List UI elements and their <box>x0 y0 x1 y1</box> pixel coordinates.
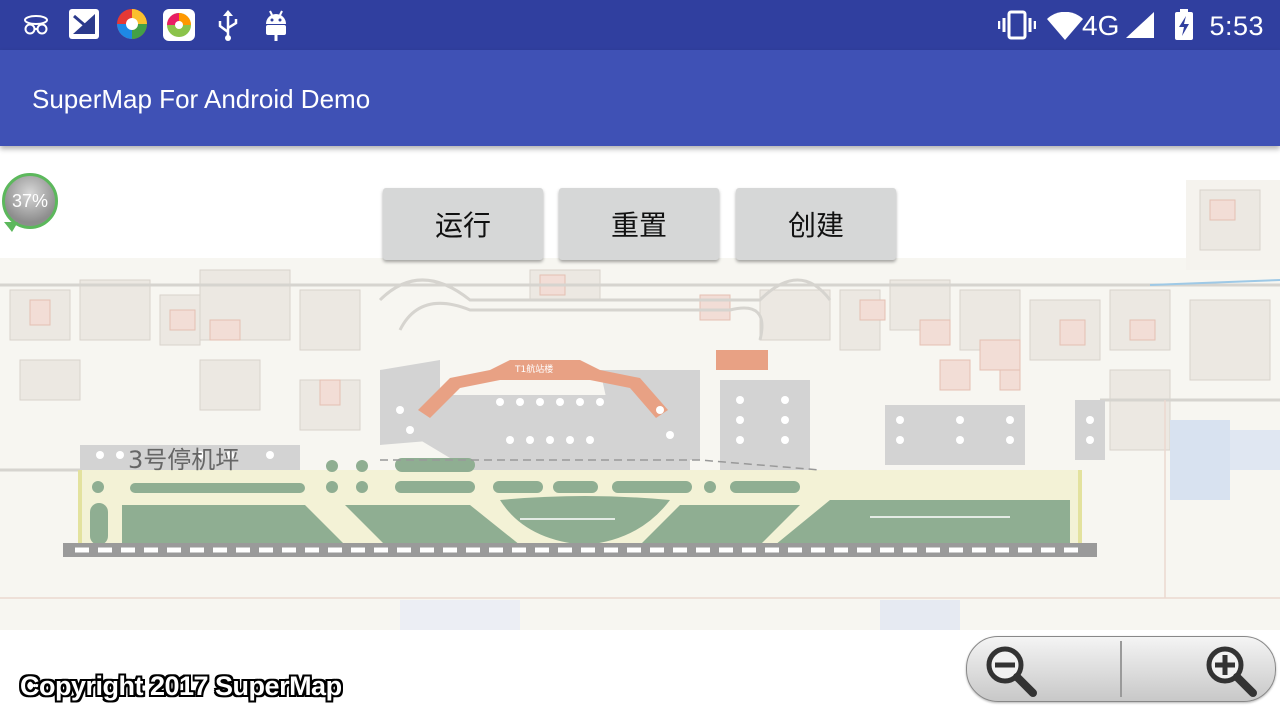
run-button[interactable]: 运行 <box>383 188 543 260</box>
loading-progress-text: 37% <box>11 190 49 211</box>
terminal-label: T1航站楼 <box>514 363 553 375</box>
apron-label: 3号停机坪 <box>128 446 240 474</box>
zoom-out-button[interactable] <box>967 637 1121 701</box>
zoom-in-icon <box>1206 646 1257 697</box>
zoom-out-icon <box>986 646 1037 697</box>
zoom-control <box>966 636 1276 702</box>
app-store-icon <box>163 9 195 41</box>
vibrate-icon <box>998 10 1036 40</box>
loading-indicator: 37% <box>2 173 58 229</box>
app-bar: SuperMap For Android Demo <box>0 50 1280 146</box>
status-clock: 5:53 <box>1209 11 1264 41</box>
status-bar: 4G 5:53 <box>0 0 1280 50</box>
wifi-icon <box>1047 12 1083 40</box>
zoom-in-button[interactable] <box>1121 637 1275 701</box>
colorful-app-icon <box>117 9 147 39</box>
usb-icon <box>218 10 238 41</box>
battery-charging-icon <box>1175 9 1193 40</box>
network-type: 4G <box>1082 10 1120 41</box>
incognito-icon <box>24 15 48 35</box>
create-button[interactable]: 创建 <box>736 188 896 260</box>
app-title: SuperMap For Android Demo <box>32 84 371 114</box>
app-icon <box>69 9 99 39</box>
loading-indicator-tail <box>4 222 18 232</box>
signal-icon <box>1126 12 1154 38</box>
copyright-text: Copyright 2017 SuperMap <box>20 671 342 701</box>
reset-button[interactable]: 重置 <box>559 188 719 260</box>
android-debug-icon <box>266 10 286 41</box>
